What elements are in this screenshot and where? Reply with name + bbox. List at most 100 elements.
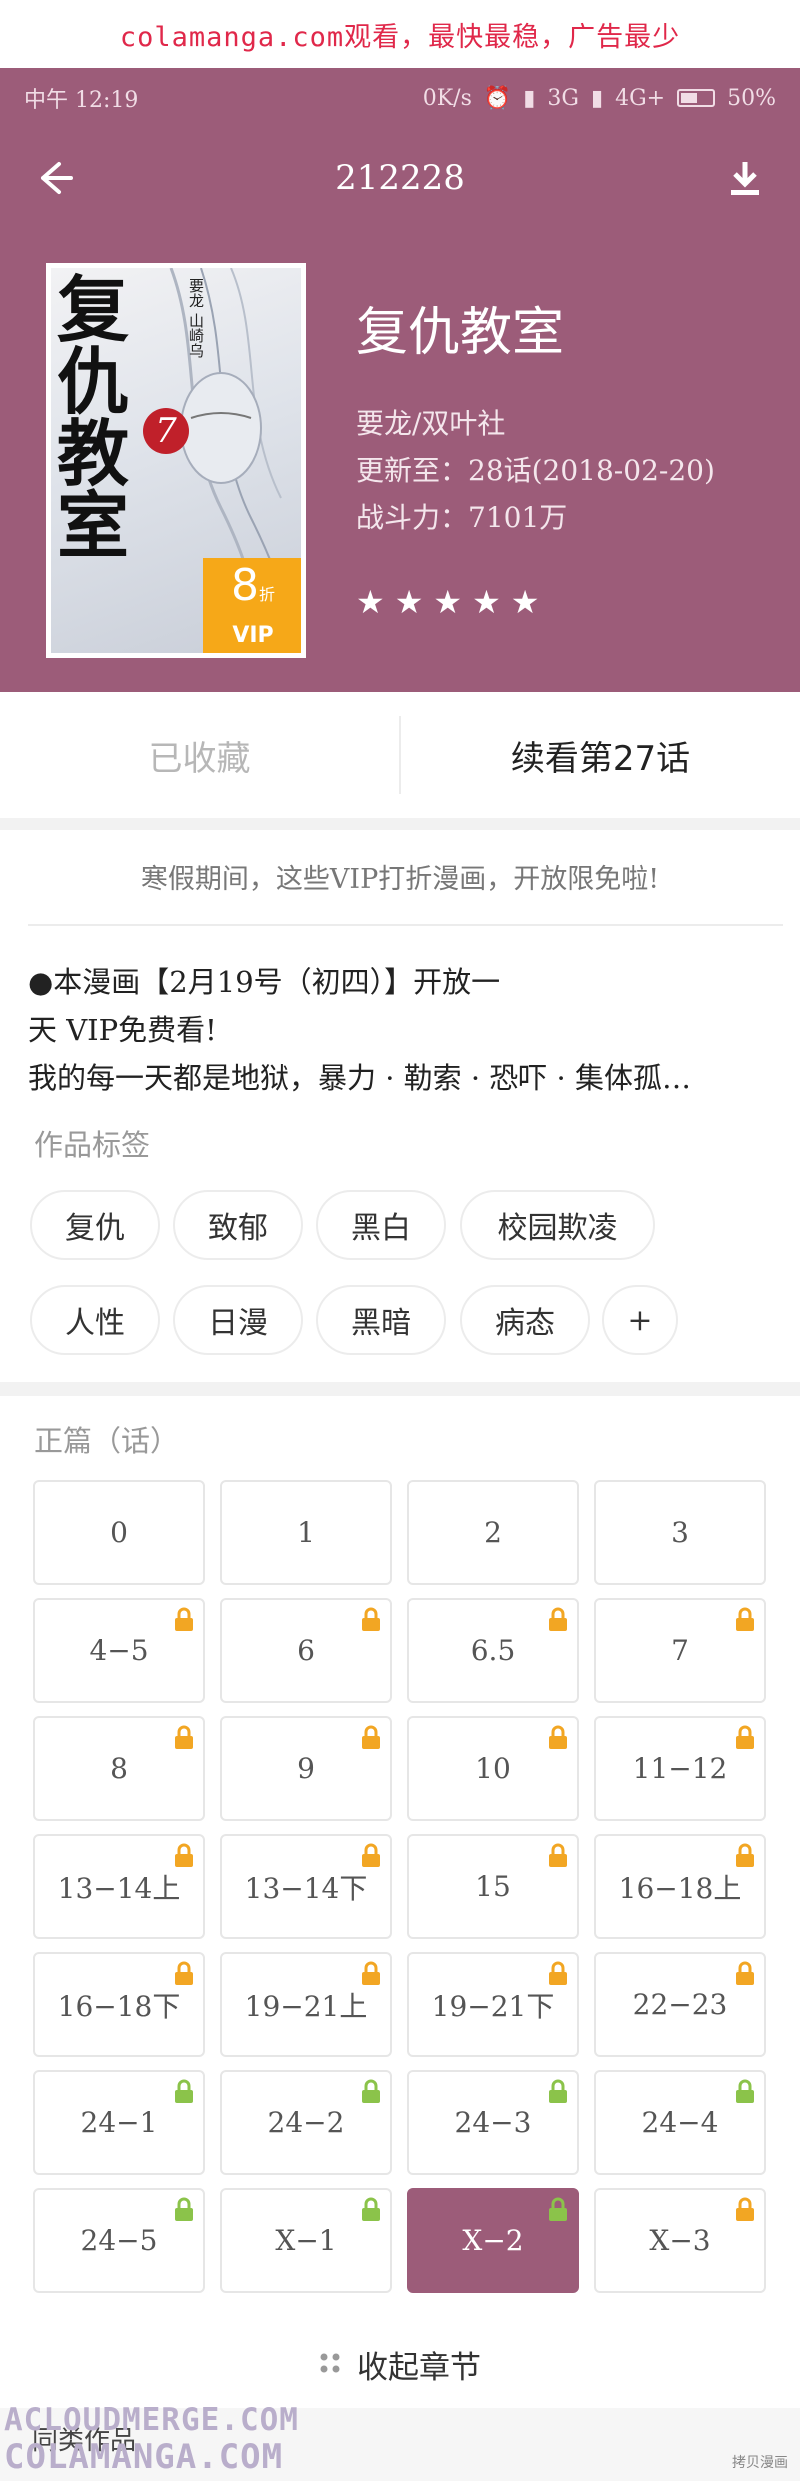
promo-text[interactable]: 寒假期间，这些VIP打折漫画，开放限免啦! <box>0 830 800 922</box>
lock-icon <box>358 1960 384 1986</box>
chapter-button[interactable]: 19−21下 <box>407 1952 579 2057</box>
section-gap <box>0 818 800 830</box>
chapter-button[interactable]: 24−2 <box>220 2070 392 2175</box>
chapter-button[interactable]: 4−5 <box>33 1598 205 1703</box>
chapter-button[interactable]: 24−3 <box>407 2070 579 2175</box>
tag-chip[interactable]: 校园欺凌 <box>460 1190 655 1260</box>
description-line-2: 天 VIP免费看! <box>28 1013 217 1047</box>
star-icon: ★ <box>356 583 385 621</box>
lock-icon <box>358 1724 384 1750</box>
chapter-label: 7 <box>671 1634 689 1667</box>
chapter-label: 6 <box>297 1634 315 1667</box>
lock-icon <box>732 1960 758 1986</box>
unlock-icon <box>732 2078 758 2104</box>
chapter-label: 24−4 <box>641 2106 719 2139</box>
rating-stars: ★ ★ ★ ★ ★ <box>356 586 539 618</box>
lock-icon <box>358 1842 384 1868</box>
chapter-button[interactable]: 15 <box>407 1834 579 1939</box>
chapter-button[interactable]: 16−18上 <box>594 1834 766 1939</box>
battery-icon <box>677 89 716 107</box>
chapter-button[interactable]: 9 <box>220 1716 392 1821</box>
unlock-icon <box>545 2196 571 2222</box>
tag-chip[interactable]: 致郁 <box>173 1190 303 1260</box>
chapter-label: 4−5 <box>89 1634 149 1667</box>
tag-chip[interactable]: 复仇 <box>30 1190 160 1260</box>
download-icon[interactable] <box>720 153 770 203</box>
book-power: 战斗力：7101万 <box>356 501 568 534</box>
alarm-icon: ⏰ <box>483 85 512 111</box>
cover-image[interactable]: 复仇教室 7 要龙 山崎乌 8折 VIP <box>46 263 306 658</box>
signal-icon: ▮ <box>590 85 604 111</box>
chapter-button[interactable]: 2 <box>407 1480 579 1585</box>
chapter-label: 8 <box>110 1752 128 1785</box>
chapter-label: 1 <box>297 1516 315 1549</box>
tag-chip[interactable]: 人性 <box>30 1285 160 1355</box>
description-line-3[interactable]: 我的每一天都是地狱，暴力 · 勒索 · 恐吓 · 集体孤… <box>28 1054 773 1102</box>
chapter-label: 24−2 <box>267 2106 345 2139</box>
chapter-button[interactable]: 10 <box>407 1716 579 1821</box>
chapter-label: 13−14下 <box>244 1871 368 1905</box>
back-icon[interactable] <box>30 153 80 203</box>
tag-chip[interactable]: 黑暗 <box>316 1285 446 1355</box>
star-icon: ★ <box>394 583 424 621</box>
chapter-button[interactable]: 13−14下 <box>220 1834 392 1939</box>
collapse-label: 收起章节 <box>357 2349 481 2386</box>
grid-dots-icon <box>319 2346 341 2382</box>
chapter-button[interactable]: X−3 <box>594 2188 766 2293</box>
lock-icon <box>171 1842 197 1868</box>
chapter-button[interactable]: X−2 <box>407 2188 579 2293</box>
collapse-chapters-button[interactable]: 收起章节 <box>0 2333 800 2395</box>
divider <box>28 924 783 926</box>
chapter-button[interactable]: 6.5 <box>407 1598 579 1703</box>
chapter-button[interactable]: 6 <box>220 1598 392 1703</box>
lock-icon <box>732 2196 758 2222</box>
chapter-button[interactable]: 0 <box>33 1480 205 1585</box>
chapter-button[interactable]: 16−18下 <box>33 1952 205 2057</box>
chapter-label: 2 <box>484 1516 502 1549</box>
chapter-button[interactable]: 13−14上 <box>33 1834 205 1939</box>
chapter-button[interactable]: 24−5 <box>33 2188 205 2293</box>
cover-discount: 8折 <box>230 560 275 611</box>
lock-icon <box>732 1606 758 1632</box>
chapter-button[interactable]: 22−23 <box>594 1952 766 2057</box>
chapter-button[interactable]: 8 <box>33 1716 205 1821</box>
lock-icon <box>545 1606 571 1632</box>
chapter-button[interactable]: X−1 <box>220 2188 392 2293</box>
status-network-3g: 3G <box>547 85 579 111</box>
chapter-label: 6.5 <box>470 1634 516 1667</box>
lock-icon <box>171 1606 197 1632</box>
continue-reading-button[interactable]: 续看第27话 <box>401 731 800 780</box>
chapter-button[interactable]: 24−1 <box>33 2070 205 2175</box>
chapter-button[interactable]: 7 <box>594 1598 766 1703</box>
chapter-label: X−1 <box>275 2224 337 2257</box>
lock-icon <box>732 1842 758 1868</box>
watermark-colamanga: COLAMANGA.COM <box>4 2437 284 2477</box>
chapter-button[interactable]: 19−21上 <box>220 1952 392 2057</box>
tag-chip[interactable]: 日漫 <box>173 1285 303 1355</box>
cover-vip-badge: 8折 VIP <box>203 558 301 653</box>
top-banner: colamanga.com观看，最快最稳，广告最少 <box>0 0 800 68</box>
chapter-button[interactable]: 3 <box>594 1480 766 1585</box>
status-speed: 0K/s <box>422 85 472 111</box>
cover-vip-label: VIP <box>232 623 274 648</box>
book-title: 复仇教室 <box>356 303 565 363</box>
tag-chip[interactable]: 黑白 <box>316 1190 446 1260</box>
add-tag-button[interactable]: + <box>602 1285 678 1355</box>
chapter-label: 19−21下 <box>431 1989 555 2023</box>
status-bar: 中午 12:19 0K/s ⏰ ▮ 3G ▮ 4G+ 50% <box>0 68 800 128</box>
chapter-label: 16−18上 <box>618 1871 742 1905</box>
chapter-button[interactable]: 1 <box>220 1480 392 1585</box>
tag-chip[interactable]: 病态 <box>460 1285 590 1355</box>
chapter-button[interactable]: 24−4 <box>594 2070 766 2175</box>
chapter-label: 24−1 <box>80 2106 158 2139</box>
cover-author: 要龙 山崎乌 <box>187 278 205 358</box>
header: 中午 12:19 0K/s ⏰ ▮ 3G ▮ 4G+ 50% 212228 复仇 <box>0 68 800 692</box>
star-icon: ★ <box>433 583 463 621</box>
chapter-button[interactable]: 11−12 <box>594 1716 766 1821</box>
book-author: 要龙/双叶社 <box>356 407 506 440</box>
lock-icon <box>358 1606 384 1632</box>
chapter-label: 19−21上 <box>244 1989 368 2023</box>
cover-volume-badge: 7 <box>143 408 189 454</box>
chapters-label: 正篇（话） <box>34 1424 180 1458</box>
collected-button[interactable]: 已收藏 <box>0 731 399 780</box>
